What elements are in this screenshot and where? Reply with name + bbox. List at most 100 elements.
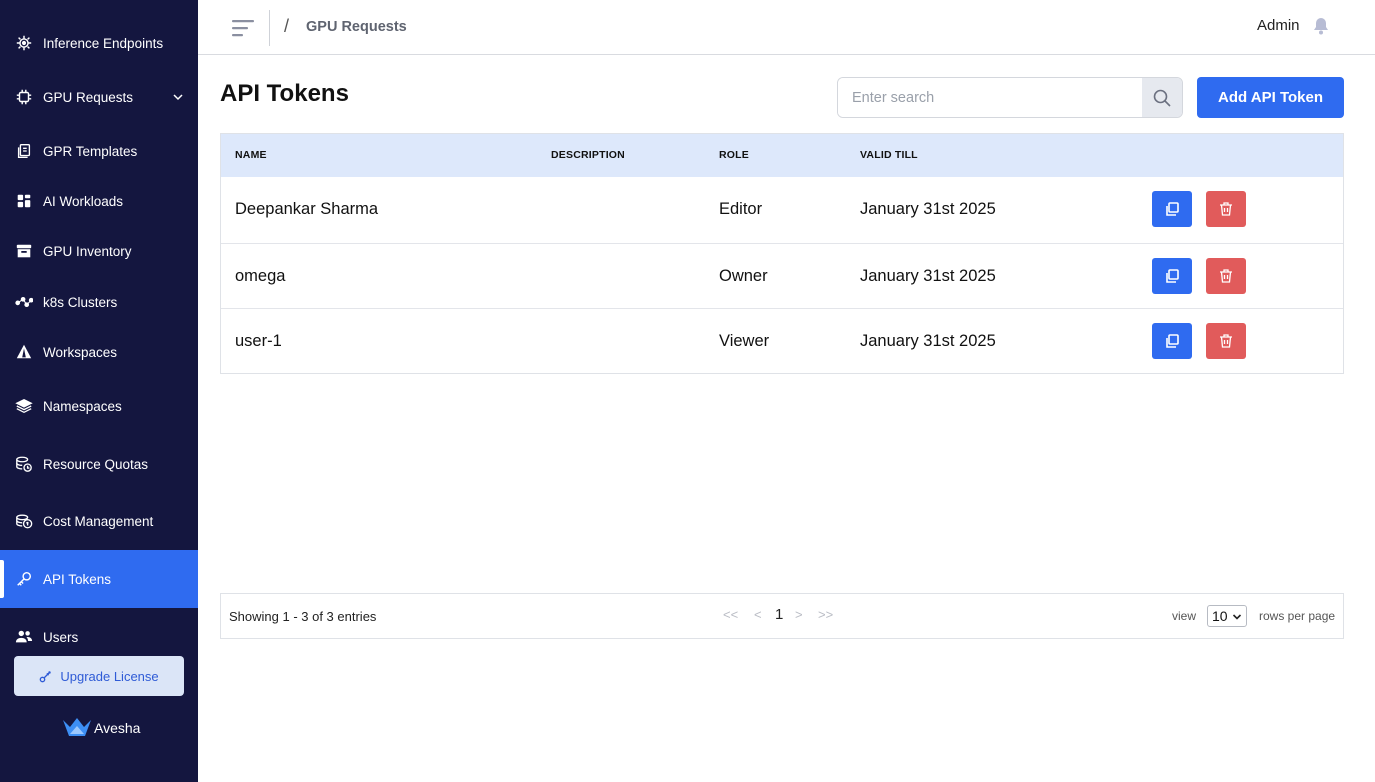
sidebar-item-label: Inference Endpoints xyxy=(43,35,164,51)
brand-logo: Avesha xyxy=(62,716,140,740)
users-icon xyxy=(14,627,34,647)
cell-role: Owner xyxy=(719,267,768,285)
copy-token-button[interactable] xyxy=(1152,323,1192,359)
cell-name: Deepankar Sharma xyxy=(235,200,379,218)
rows-per-page-select[interactable]: 10 xyxy=(1207,605,1247,627)
copy-icon xyxy=(1166,202,1179,216)
pagination-bar: Showing 1 - 3 of 3 entries << < 1 > >> v… xyxy=(220,593,1344,639)
add-api-token-button[interactable]: Add API Token xyxy=(1197,77,1344,118)
sidebar-item-gpu-inventory[interactable]: GPU Inventory xyxy=(0,236,198,266)
cpu-icon xyxy=(14,87,34,107)
column-header-role[interactable]: ROLE xyxy=(719,149,749,161)
breadcrumb[interactable]: GPU Requests xyxy=(306,19,407,35)
template-icon xyxy=(14,141,34,161)
brand-name: Avesha xyxy=(94,720,141,736)
sidebar-item-gpu-requests[interactable]: GPU Requests xyxy=(0,82,198,112)
cell-valid-till: January 31st 2025 xyxy=(860,332,996,350)
sidebar-item-workspaces[interactable]: Workspaces xyxy=(0,337,198,367)
cell-valid-till: January 31st 2025 xyxy=(860,200,996,218)
coins-icon xyxy=(14,511,34,531)
first-page-button[interactable]: << xyxy=(723,607,738,622)
sidebar-item-label: API Tokens xyxy=(43,571,112,587)
archive-icon xyxy=(14,241,34,261)
search-button[interactable] xyxy=(1142,78,1182,117)
dashboard-icon xyxy=(14,191,34,211)
column-header-name[interactable]: NAME xyxy=(235,149,267,161)
sidebar-item-label: GPU Requests xyxy=(43,89,134,105)
cell-role: Editor xyxy=(719,200,763,218)
table-row: user-1 Viewer January 31st 2025 xyxy=(221,308,1343,374)
app-root: Inference Endpoints GPU Requests GPR Tem… xyxy=(0,0,1375,782)
breadcrumb-separator: / xyxy=(284,16,290,36)
rows-per-page-value: 10 xyxy=(1212,608,1228,624)
key-icon xyxy=(40,671,52,683)
upgrade-license-label: Upgrade License xyxy=(60,668,159,684)
cluster-icon xyxy=(14,292,34,312)
trash-icon xyxy=(1220,269,1232,283)
sidebar-item-label: AI Workloads xyxy=(43,193,124,209)
sidebar-item-label: GPR Templates xyxy=(43,143,138,159)
sidebar-item-label: Workspaces xyxy=(43,344,118,360)
table-row: omega Owner January 31st 2025 xyxy=(221,243,1343,309)
sidebar-item-label: Cost Management xyxy=(43,513,154,529)
prev-page-button[interactable]: < xyxy=(754,607,762,622)
rows-per-page-label: rows per page xyxy=(1259,609,1336,623)
copy-icon xyxy=(1166,334,1179,348)
chip-icon xyxy=(14,33,34,53)
sidebar-item-users[interactable]: Users xyxy=(0,622,198,652)
menu-icon[interactable] xyxy=(232,18,256,38)
header-divider xyxy=(269,10,270,46)
crown-logo-icon xyxy=(63,718,91,736)
cell-name: user-1 xyxy=(235,332,282,350)
copy-icon xyxy=(1166,269,1179,283)
trash-icon xyxy=(1220,334,1232,348)
sidebar-item-gpr-templates[interactable]: GPR Templates xyxy=(0,136,198,166)
sidebar-item-inference-endpoints[interactable]: Inference Endpoints xyxy=(0,28,198,58)
cell-name: omega xyxy=(235,267,286,285)
sidebar-item-resource-quotas[interactable]: Resource Quotas xyxy=(0,449,198,479)
column-header-valid-till[interactable]: VALID TILL xyxy=(860,149,918,161)
table-header: NAME DESCRIPTION ROLE VALID TILL xyxy=(221,134,1343,177)
sidebar-item-label: k8s Clusters xyxy=(43,294,118,310)
last-page-button[interactable]: >> xyxy=(818,607,833,622)
page-title: API Tokens xyxy=(220,80,349,107)
sidebar-item-label: GPU Inventory xyxy=(43,243,132,259)
sidebar-item-label: Users xyxy=(43,629,79,645)
quota-icon xyxy=(14,454,34,474)
sidebar-item-label: Namespaces xyxy=(43,398,122,414)
cell-role: Viewer xyxy=(719,332,770,350)
api-tokens-table: NAME DESCRIPTION ROLE VALID TILL Deepank… xyxy=(220,133,1344,374)
copy-token-button[interactable] xyxy=(1152,191,1192,227)
cell-valid-till: January 31st 2025 xyxy=(860,267,996,285)
chevron-down-icon[interactable] xyxy=(172,91,184,103)
sidebar-item-label: Resource Quotas xyxy=(43,456,149,472)
key-icon xyxy=(14,569,34,589)
upgrade-license-button[interactable]: Upgrade License xyxy=(14,656,184,696)
next-page-button[interactable]: > xyxy=(795,607,803,622)
delete-token-button[interactable] xyxy=(1206,191,1246,227)
sidebar-item-ai-workloads[interactable]: AI Workloads xyxy=(0,186,198,216)
layers-icon xyxy=(14,396,34,416)
chevron-down-icon xyxy=(1232,614,1242,620)
trash-icon xyxy=(1220,202,1232,216)
pyramid-icon xyxy=(14,342,34,362)
view-label: view xyxy=(1172,609,1197,623)
current-page[interactable]: 1 xyxy=(775,606,783,623)
bell-icon[interactable] xyxy=(1311,16,1331,36)
delete-token-button[interactable] xyxy=(1206,258,1246,294)
search-box xyxy=(837,77,1183,118)
copy-token-button[interactable] xyxy=(1152,258,1192,294)
sidebar-item-api-tokens[interactable]: API Tokens xyxy=(0,550,198,608)
table-row: Deepankar Sharma Editor January 31st 202… xyxy=(221,177,1343,243)
sidebar-item-cost-management[interactable]: Cost Management xyxy=(0,506,198,536)
delete-token-button[interactable] xyxy=(1206,323,1246,359)
search-icon xyxy=(1153,89,1171,107)
column-header-description[interactable]: DESCRIPTION xyxy=(551,149,625,161)
sidebar-item-namespaces[interactable]: Namespaces xyxy=(0,391,198,421)
search-input[interactable] xyxy=(838,78,1144,117)
sidebar-item-k8s-clusters[interactable]: k8s Clusters xyxy=(0,287,198,317)
top-header: / GPU Requests Admin xyxy=(198,0,1375,55)
sidebar: Inference Endpoints GPU Requests GPR Tem… xyxy=(0,0,198,782)
user-name[interactable]: Admin xyxy=(1257,17,1300,34)
pagination-info: Showing 1 - 3 of 3 entries xyxy=(229,609,377,624)
